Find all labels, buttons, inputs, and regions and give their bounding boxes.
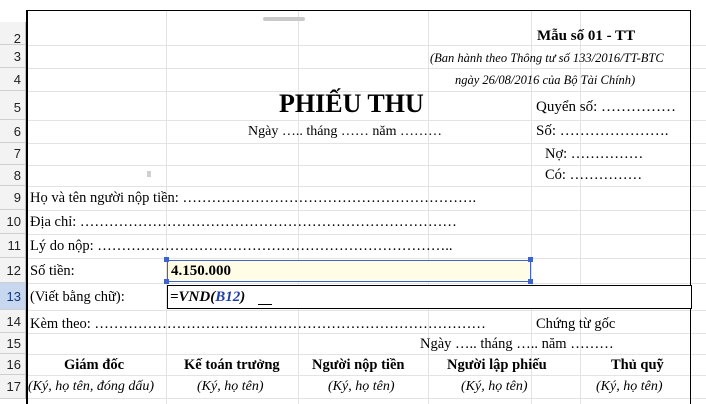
row-header-8[interactable]: 8 xyxy=(0,165,26,186)
issued-by-line2: ngày 26/08/2016 của Bộ Tài Chính) xyxy=(455,73,636,87)
reason: Lý do nộp: ……………………………………………………………….. xyxy=(30,238,453,254)
gridline xyxy=(26,398,706,399)
formula-suffix: ) xyxy=(240,289,246,305)
gridline xyxy=(166,10,167,404)
gridline xyxy=(26,68,706,69)
signer-payer-title: Người nộp tiền xyxy=(312,357,405,373)
row-header-16[interactable]: 16 xyxy=(0,354,26,375)
amount-cell[interactable]: 4.150.000 xyxy=(167,260,531,282)
signer-cashier-title: Thủ quỹ xyxy=(611,357,664,373)
active-cell-editor[interactable]: =VND(B12) xyxy=(167,285,692,309)
row-header-9[interactable]: 9 xyxy=(0,186,26,210)
gridline xyxy=(26,310,706,311)
amount-value: 4.150.000 xyxy=(171,263,231,279)
gridline xyxy=(26,354,706,355)
amount-in-words-label: (Viết bằng chữ): xyxy=(30,289,125,305)
gridline xyxy=(298,10,299,404)
row-header-13[interactable]: 13 xyxy=(0,283,26,310)
signer-chief-accountant-title: Kế toán trưởng xyxy=(184,357,280,373)
gridline xyxy=(26,120,706,121)
template-number: Mẫu số 01 - TT xyxy=(537,28,636,44)
text-cursor xyxy=(258,304,272,305)
row-header-3[interactable]: 3 xyxy=(0,45,26,68)
book-number: Quyển số: …………… xyxy=(536,99,676,115)
row-header-14[interactable]: 14 xyxy=(0,310,26,333)
page-border-left xyxy=(26,10,28,404)
page-border-top xyxy=(26,10,691,11)
gridline xyxy=(26,234,706,235)
gridline xyxy=(26,375,706,376)
formula-reference: B12 xyxy=(215,289,241,305)
gridline xyxy=(26,258,706,259)
sign-date: Ngày ….. tháng ….. năm ……… xyxy=(420,336,614,352)
gridline xyxy=(26,143,706,144)
range-handle-bottom-left[interactable] xyxy=(164,279,169,284)
gridline xyxy=(26,283,706,284)
row-header-10[interactable]: 10 xyxy=(0,210,26,234)
issued-by-line1: (Ban hành theo Thông tư số 133/2016/TT-B… xyxy=(430,51,664,65)
gridline xyxy=(26,165,706,166)
cell-marker xyxy=(147,171,151,177)
original-documents: Chứng từ gốc xyxy=(536,316,616,332)
credit-field: Có: …………… xyxy=(545,167,643,183)
range-handle-bottom-right[interactable] xyxy=(528,279,533,284)
address: Địa chỉ: …………………………………………………………………… xyxy=(30,214,457,230)
range-handle-top-left[interactable] xyxy=(164,257,169,262)
payer-name: Họ và tên người nộp tiền: ……………………………………… xyxy=(30,190,477,206)
row-header-7[interactable]: 7 xyxy=(0,143,26,165)
formula-text: =VND(B12) xyxy=(170,289,245,306)
row-header-6[interactable]: 6 xyxy=(0,120,26,143)
signer-director-note: (Ký, họ tên, đóng dấu) xyxy=(28,379,154,394)
gridline xyxy=(26,333,706,334)
split-handle[interactable] xyxy=(263,17,305,21)
row-header-15[interactable]: 15 xyxy=(0,333,26,354)
spreadsheet: 2 3 4 5 6 7 8 9 10 11 12 13 14 15 16 17 … xyxy=(0,0,706,404)
page-title: PHIẾU THU xyxy=(279,89,424,118)
signer-cashier-note: (Ký, họ tên) xyxy=(596,379,663,394)
signer-chief-accountant-note: (Ký, họ tên) xyxy=(197,379,264,394)
row-header-17[interactable]: 17 xyxy=(0,375,26,399)
gridline xyxy=(26,210,706,211)
debit-field: Nợ: …………… xyxy=(545,146,644,162)
signer-preparer-note: (Ký, họ tên) xyxy=(461,379,528,394)
gridline xyxy=(26,45,706,46)
document-number: Số: …………………. xyxy=(536,123,669,139)
signer-payer-note: (Ký, họ tên) xyxy=(328,379,395,394)
amount-label: Số tiền: xyxy=(30,263,75,279)
row-header-11[interactable]: 11 xyxy=(0,234,26,258)
formula-prefix: =VND( xyxy=(170,289,216,305)
range-handle-top-right[interactable] xyxy=(528,257,533,262)
row-header-4[interactable]: 4 xyxy=(0,68,26,91)
row-header-12[interactable]: 12 xyxy=(0,258,26,283)
row-header-5[interactable]: 5 xyxy=(0,91,26,120)
attachments: Kèm theo: ……………………………………………………………………… xyxy=(30,316,486,332)
page-border-right xyxy=(690,10,691,404)
signer-preparer-title: Người lập phiếu xyxy=(447,357,547,373)
date-line: Ngày ….. tháng …… năm ……… xyxy=(248,124,443,139)
signer-director-title: Giám đốc xyxy=(64,357,125,373)
row-header-2[interactable]: 2 xyxy=(0,22,26,46)
gridline xyxy=(26,186,706,187)
